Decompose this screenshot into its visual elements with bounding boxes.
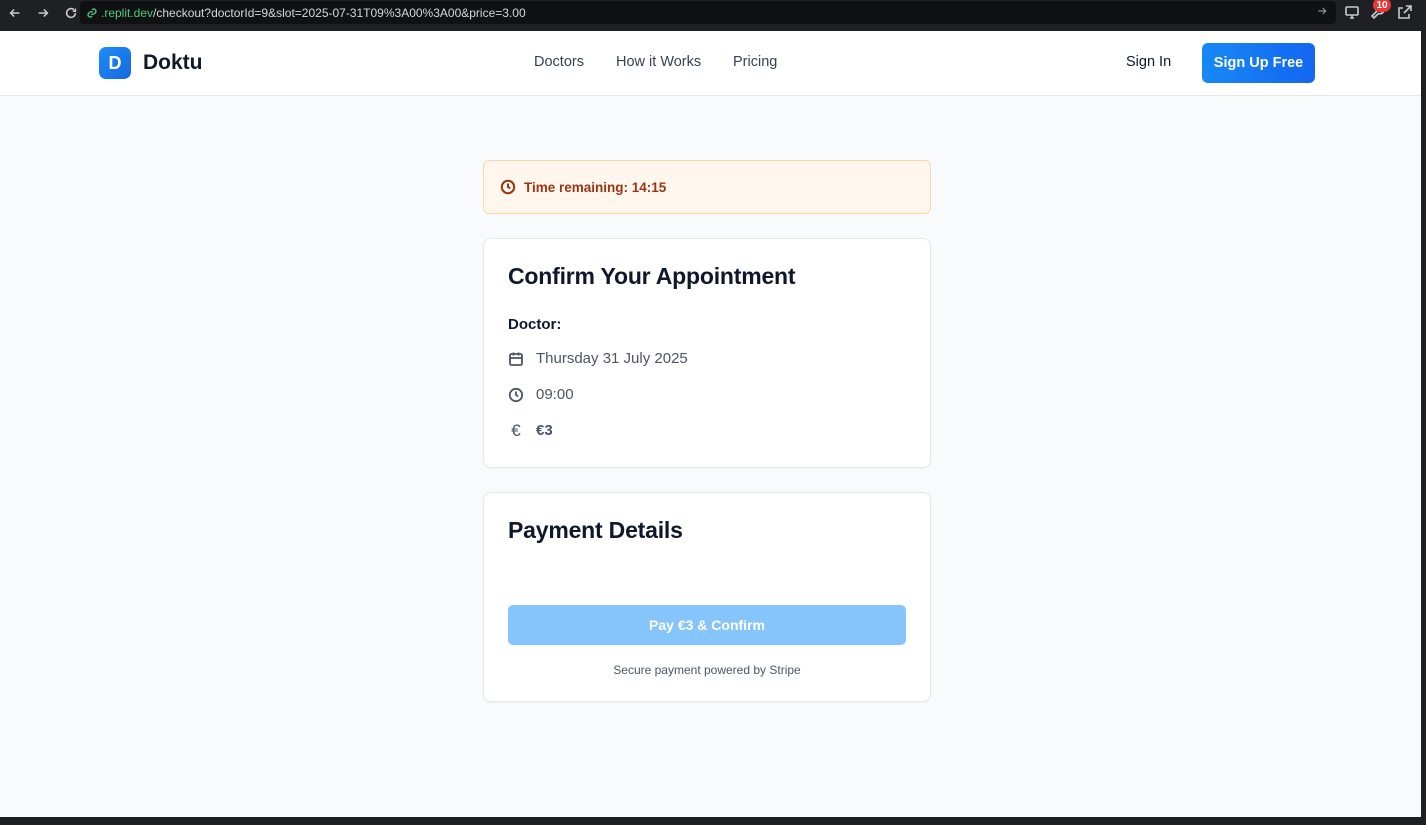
time-remaining-banner: Time remaining: 14:15 xyxy=(483,160,931,214)
appointment-card: Confirm Your Appointment Doctor: Thursda… xyxy=(483,238,931,468)
open-external-icon[interactable] xyxy=(1397,4,1415,22)
sign-up-button[interactable]: Sign Up Free xyxy=(1202,43,1315,83)
clock-icon xyxy=(508,387,524,403)
go-arrow-icon[interactable] xyxy=(1316,5,1330,19)
page-viewport: D Doktu Doctors How it Works Pricing Sig… xyxy=(0,31,1421,817)
window-bottom-edge xyxy=(0,817,1426,825)
nav-how-it-works[interactable]: How it Works xyxy=(616,54,701,70)
url-host: .replit.dev xyxy=(101,5,154,20)
url-path: /checkout?doctorId=9&slot=2025-07-31T09%… xyxy=(153,5,526,20)
clock-icon xyxy=(500,179,516,195)
appointment-time: 09:00 xyxy=(536,386,574,403)
payment-title: Payment Details xyxy=(508,517,683,543)
reload-icon[interactable] xyxy=(60,2,82,24)
forward-icon[interactable] xyxy=(32,2,54,24)
price-row: € €3 xyxy=(508,420,553,440)
address-bar[interactable]: .replit.dev/checkout?doctorId=9&slot=202… xyxy=(80,1,1336,24)
link-icon xyxy=(86,7,98,19)
window-edge xyxy=(1421,26,1426,825)
browser-toolbar: .replit.dev/checkout?doctorId=9&slot=202… xyxy=(0,0,1426,26)
nav-doctors[interactable]: Doctors xyxy=(534,54,584,70)
time-remaining-text: Time remaining: 14:15 xyxy=(524,179,667,195)
notification-badge: 10 xyxy=(1373,0,1391,12)
calendar-icon xyxy=(508,351,524,367)
sign-in-link[interactable]: Sign In xyxy=(1126,54,1171,70)
doctor-label: Doctor: xyxy=(508,316,562,333)
date-row: Thursday 31 July 2025 xyxy=(508,350,688,367)
back-icon[interactable] xyxy=(4,2,26,24)
appointment-title: Confirm Your Appointment xyxy=(508,263,796,289)
logo-mark[interactable]: D xyxy=(99,47,131,79)
appointment-date: Thursday 31 July 2025 xyxy=(536,350,688,367)
euro-icon: € xyxy=(511,420,521,440)
devtools-icon[interactable] xyxy=(1344,4,1362,22)
site-header: D Doktu Doctors How it Works Pricing Sig… xyxy=(0,31,1421,96)
pay-confirm-button[interactable]: Pay €3 & Confirm xyxy=(508,605,906,645)
nav-pricing[interactable]: Pricing xyxy=(733,54,777,70)
payment-card: Payment Details Pay €3 & Confirm Secure … xyxy=(483,492,931,702)
appointment-price: €3 xyxy=(536,422,553,439)
brand-name[interactable]: Doktu xyxy=(143,51,203,75)
secure-payment-note: Secure payment powered by Stripe xyxy=(613,663,801,677)
time-row: 09:00 xyxy=(508,386,574,403)
